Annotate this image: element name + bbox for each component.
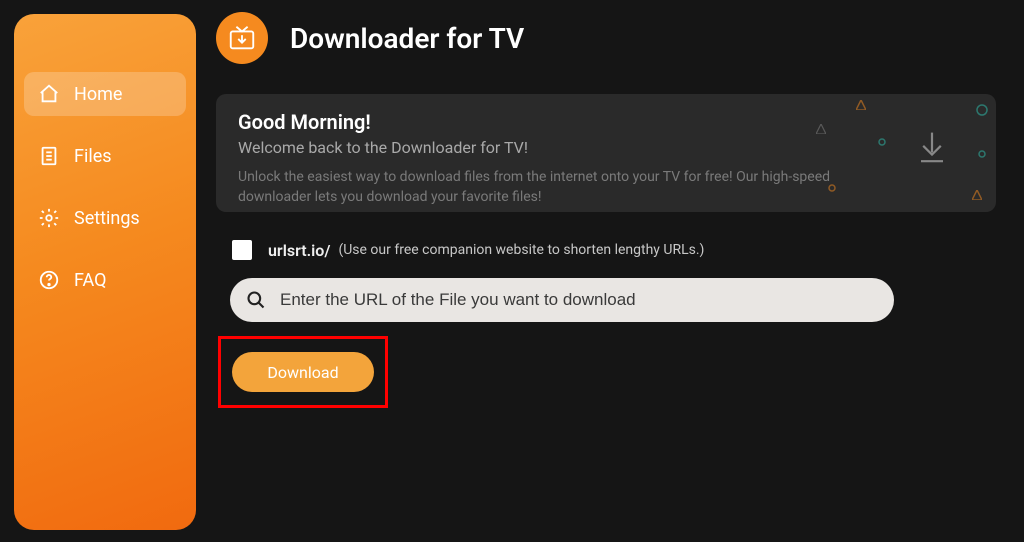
- download-icon: [904, 120, 960, 176]
- shorten-url-hint: (Use our free companion website to short…: [338, 242, 704, 258]
- sidebar-item-faq[interactable]: FAQ: [24, 258, 186, 302]
- shorten-url-checkbox[interactable]: [232, 240, 252, 260]
- sidebar-item-home[interactable]: Home: [24, 72, 186, 116]
- shorten-url-prefix: urlsrt.io/: [268, 241, 330, 260]
- shorten-url-row: urlsrt.io/ (Use our free companion websi…: [232, 240, 704, 260]
- url-input-bar[interactable]: [230, 278, 894, 322]
- app-title: Downloader for TV: [290, 22, 524, 55]
- header: Downloader for TV: [216, 12, 524, 64]
- app-icon: [216, 12, 268, 64]
- sidebar-item-label: FAQ: [74, 270, 106, 291]
- download-button[interactable]: Download: [232, 352, 374, 392]
- home-icon: [38, 83, 60, 105]
- help-icon: [38, 269, 60, 291]
- welcome-description: Unlock the easiest way to download files…: [238, 167, 858, 208]
- sidebar: Home Files Settings FAQ: [14, 14, 196, 530]
- welcome-card: Good Morning! Welcome back to the Downlo…: [216, 94, 996, 212]
- sidebar-item-settings[interactable]: Settings: [24, 196, 186, 240]
- gear-icon: [38, 207, 60, 229]
- files-icon: [38, 145, 60, 167]
- search-icon: [246, 290, 266, 310]
- sidebar-item-label: Files: [74, 146, 112, 167]
- download-button-label: Download: [267, 363, 338, 382]
- url-input[interactable]: [280, 290, 840, 310]
- welcome-title: Good Morning!: [238, 110, 974, 134]
- sidebar-item-label: Settings: [74, 208, 140, 229]
- sidebar-item-files[interactable]: Files: [24, 134, 186, 178]
- sidebar-item-label: Home: [74, 84, 122, 105]
- welcome-subtitle: Welcome back to the Downloader for TV!: [238, 138, 974, 157]
